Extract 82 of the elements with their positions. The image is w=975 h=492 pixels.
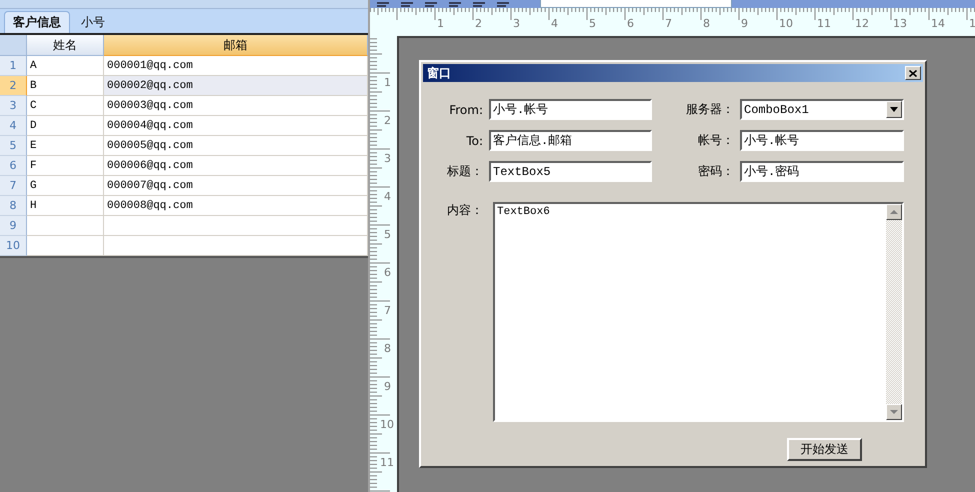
ruler-number: 10 xyxy=(779,17,793,30)
ruler-number: 6 xyxy=(627,17,634,30)
ruler-number: 8 xyxy=(384,342,391,355)
row-header[interactable]: 6 xyxy=(0,156,27,176)
row-header[interactable]: 5 xyxy=(0,136,27,156)
ruler-number: 1 xyxy=(969,17,975,30)
text-field[interactable]: TextBox5 xyxy=(489,161,652,182)
table-cell: A xyxy=(27,56,104,76)
table-cell: 000007@qq.com xyxy=(104,176,368,196)
toolbar-lines-icon[interactable] xyxy=(472,2,486,8)
ruler-number: 2 xyxy=(384,114,391,127)
table-cell: 000006@qq.com xyxy=(104,156,368,176)
up-arrow-icon xyxy=(890,210,898,214)
window-title: 窗口 xyxy=(427,64,451,82)
sheet-tab[interactable]: 客户信息 xyxy=(4,11,70,33)
ruler-number: 5 xyxy=(589,17,596,30)
text-field[interactable]: 客户信息.邮箱 xyxy=(489,130,652,151)
close-icon xyxy=(909,70,917,76)
table-cell: 000003@qq.com xyxy=(104,96,368,116)
ruler-number: 3 xyxy=(384,152,391,165)
table-cell: 000005@qq.com xyxy=(104,136,368,156)
ruler-number: 7 xyxy=(665,17,672,30)
row-header[interactable]: 4 xyxy=(0,116,27,136)
ruler-number: 9 xyxy=(741,17,748,30)
field-label: From: xyxy=(448,102,483,116)
field-label: 内容： xyxy=(446,202,483,219)
ruler-number: 1 xyxy=(384,76,391,89)
toolbar-lines-icon[interactable] xyxy=(424,2,438,8)
ruler-number: 3 xyxy=(513,17,520,30)
ruler-number: 8 xyxy=(703,17,710,30)
table-cell: 000002@qq.com xyxy=(104,76,368,96)
ruler-number: 4 xyxy=(384,190,391,203)
ruler-number: 11 xyxy=(817,17,831,30)
down-arrow-icon xyxy=(890,410,898,414)
sheet-tab[interactable]: 小号 xyxy=(72,11,114,33)
ruler-number: 10 xyxy=(380,418,394,431)
text-field[interactable]: 小号.帐号 xyxy=(489,99,652,120)
field-label: 服务器： xyxy=(685,101,734,118)
ruler-number: 12 xyxy=(855,17,869,30)
field-label: 密码： xyxy=(697,163,734,180)
table-cell: G xyxy=(27,176,104,196)
send-button[interactable]: 开始发送 xyxy=(787,438,862,461)
table-cell: H xyxy=(27,196,104,216)
scrollbar[interactable] xyxy=(886,204,902,420)
table-cell: 000004@qq.com xyxy=(104,116,368,136)
row-header[interactable]: 3 xyxy=(0,96,27,116)
row-header[interactable]: 1 xyxy=(0,56,27,76)
table-cell: 000008@qq.com xyxy=(104,196,368,216)
column-header[interactable]: 邮箱 xyxy=(104,35,368,56)
text-area[interactable]: TextBox6 xyxy=(493,202,904,422)
table-cell: C xyxy=(27,96,104,116)
field-label: 帐号： xyxy=(697,132,734,149)
ruler-number: 2 xyxy=(475,17,482,30)
ruler-number: 1 xyxy=(437,17,444,30)
ruler-number: 9 xyxy=(384,380,391,393)
row-header[interactable]: 8 xyxy=(0,196,27,216)
ruler-number: 6 xyxy=(384,266,391,279)
ruler-number: 5 xyxy=(384,228,391,241)
table-cell: D xyxy=(27,116,104,136)
dropdown-arrow-icon xyxy=(890,107,898,112)
combo-box[interactable]: ComboBox1 xyxy=(740,99,904,120)
field-label: To: xyxy=(465,134,483,148)
close-button[interactable] xyxy=(905,66,921,80)
row-header[interactable]: 7 xyxy=(0,176,27,196)
text-field[interactable]: 小号.密码 xyxy=(740,161,904,182)
dropdown-field[interactable] xyxy=(540,0,732,8)
table-cell: E xyxy=(27,136,104,156)
toolbar-lines-icon[interactable] xyxy=(448,2,462,8)
column-header[interactable]: 姓名 xyxy=(27,35,104,56)
toolbar-lines-icon[interactable] xyxy=(400,2,414,8)
row-header[interactable]: 9 xyxy=(0,216,27,236)
ruler-number: 7 xyxy=(384,304,391,317)
table-cell: F xyxy=(27,156,104,176)
ruler-number: 11 xyxy=(380,456,394,469)
ruler-number: 13 xyxy=(893,17,907,30)
field-label: 标题： xyxy=(446,163,483,180)
row-header[interactable]: 10 xyxy=(0,236,27,256)
ruler-number: 14 xyxy=(931,17,945,30)
toolbar-lines-icon[interactable] xyxy=(496,2,510,8)
toolbar-lines-icon[interactable] xyxy=(376,2,390,8)
ruler-number: 4 xyxy=(551,17,558,30)
text-field[interactable]: 小号.帐号 xyxy=(740,130,904,151)
